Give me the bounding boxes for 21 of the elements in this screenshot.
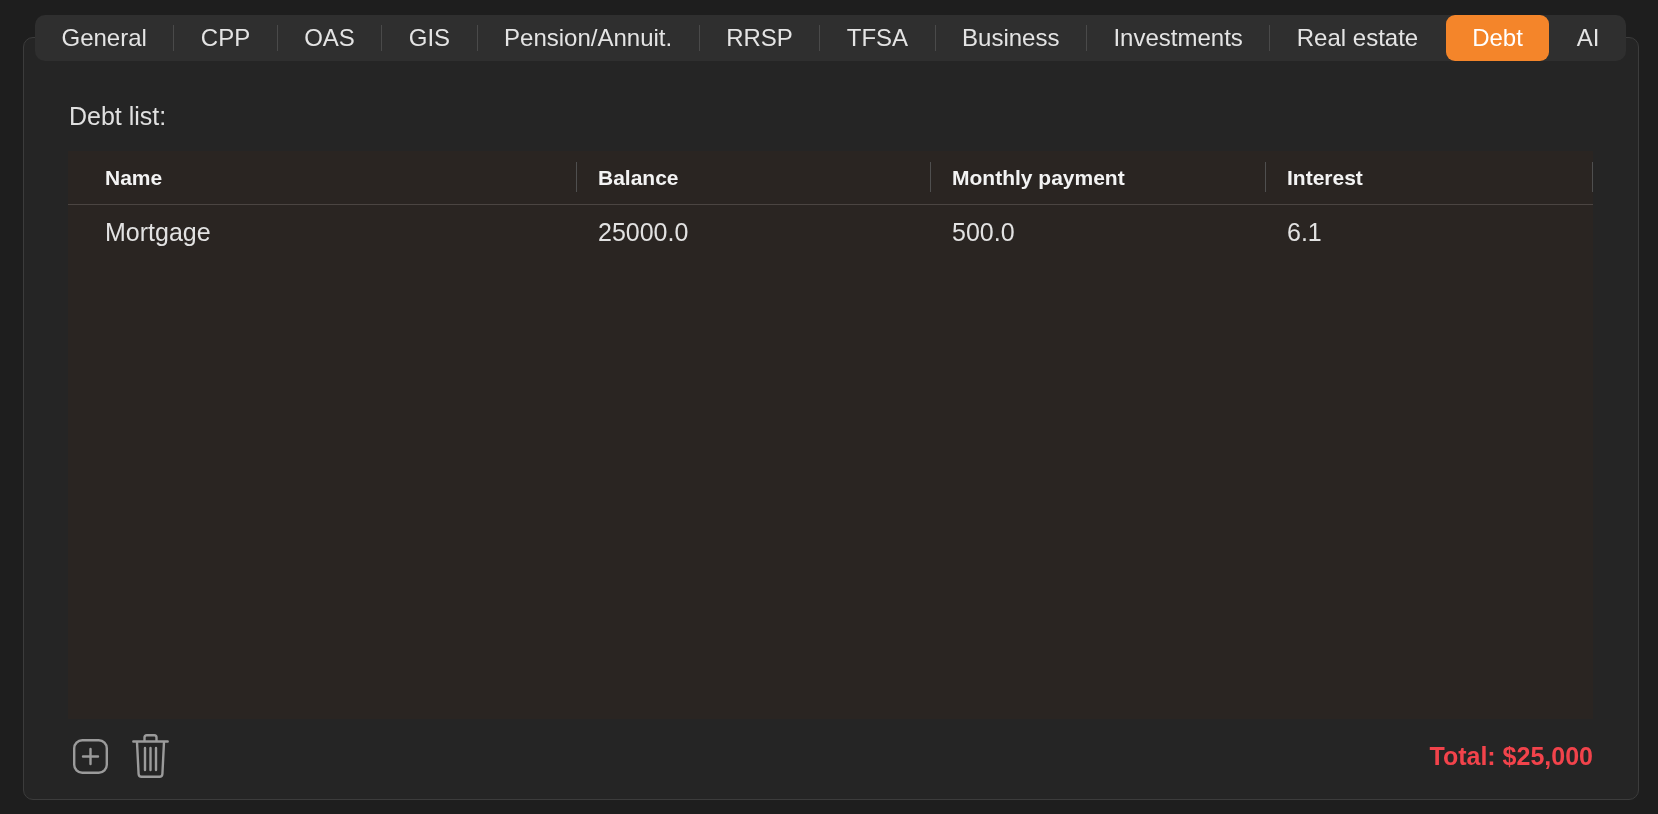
tab[interactable]: GIS xyxy=(382,15,477,61)
table-cell: 6.1 xyxy=(1266,204,1593,261)
tab[interactable]: Pension/Annuit. xyxy=(477,15,699,61)
tab[interactable]: TFSA xyxy=(820,15,935,61)
tab[interactable]: General xyxy=(35,15,174,61)
tab[interactable]: Business xyxy=(935,15,1086,61)
total-amount: Total: $25,000 xyxy=(1429,741,1593,771)
table-cell: 25000.0 xyxy=(577,204,931,261)
delete-button[interactable] xyxy=(132,734,169,778)
table-cell: Mortgage xyxy=(68,204,577,261)
tab[interactable]: OAS xyxy=(277,15,382,61)
tab[interactable]: Investments xyxy=(1086,15,1270,61)
tab[interactable]: CPP xyxy=(174,15,277,61)
add-button[interactable] xyxy=(73,738,108,774)
tab[interactable]: AI xyxy=(1550,15,1626,61)
table-cell: 500.0 xyxy=(931,204,1266,261)
debt-list-label: Debt list: xyxy=(69,101,167,131)
trash-icon xyxy=(132,734,169,778)
tab[interactable]: Real estate xyxy=(1270,15,1445,61)
plus-square-icon xyxy=(73,738,108,774)
tab[interactable]: RRSP xyxy=(699,15,820,61)
